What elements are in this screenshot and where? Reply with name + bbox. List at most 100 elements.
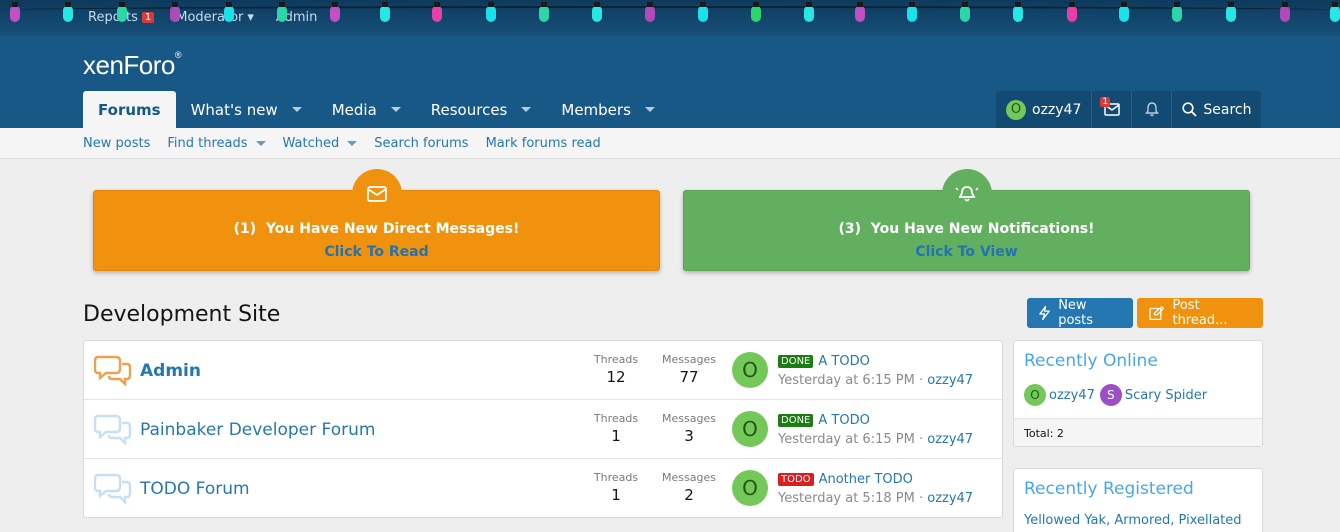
new-posts-button[interactable]: New posts xyxy=(1027,298,1133,328)
avatar[interactable]: O xyxy=(732,352,768,388)
latest-thread-title: Another TODO xyxy=(818,472,913,487)
tab-media[interactable]: Media xyxy=(317,91,416,128)
light-bulb-icon xyxy=(170,2,180,22)
inbox-count-badge: 1 xyxy=(1100,97,1111,107)
messages-label: Messages xyxy=(662,471,716,484)
online-total: Total: 2 xyxy=(1014,418,1262,446)
reports-label: Reports xyxy=(88,10,138,25)
threads-label: Threads xyxy=(593,353,639,366)
latest-user[interactable]: ozzy47 xyxy=(927,432,973,447)
messages-label: Messages xyxy=(662,412,716,425)
subnav-find-threads[interactable]: Find threads xyxy=(167,136,266,151)
alerts-button[interactable] xyxy=(1131,91,1171,128)
subnav-watched[interactable]: Watched xyxy=(283,136,358,151)
forum-row: TODO Forum Threads 1 Messages 2 O TODO Anot… xyxy=(84,459,1002,517)
latest-meta: Yesterday at 6:15 PM · ozzy47 xyxy=(778,432,974,447)
tab-whats-new[interactable]: What's new xyxy=(176,91,317,128)
registered-users-list[interactable]: Yellowed Yak, Armored, Pixellated xyxy=(1024,513,1242,528)
envelope-icon xyxy=(366,186,387,202)
latest-thread-link[interactable]: TODO Another TODO xyxy=(778,472,913,487)
prefix-badge: DONE xyxy=(778,414,814,427)
tab-resources[interactable]: Resources xyxy=(416,91,547,128)
tab-forums[interactable]: Forums xyxy=(83,91,176,128)
latest-user[interactable]: ozzy47 xyxy=(927,491,973,506)
chevron-down-icon[interactable] xyxy=(291,107,302,112)
page-title: Development Site xyxy=(83,302,281,327)
forum-read-icon xyxy=(94,473,132,504)
online-user[interactable]: Oozzy47 xyxy=(1024,384,1095,406)
avatar[interactable]: O xyxy=(732,470,768,506)
forum-threads-stat: Threads 1 xyxy=(581,471,651,504)
chevron-down-icon[interactable] xyxy=(347,141,358,146)
avatar: S xyxy=(1099,384,1122,406)
inbox-button[interactable]: 1 xyxy=(1091,91,1131,128)
recently-registered-block: Recently Registered Yellowed Yak, Armore… xyxy=(1013,468,1263,532)
chevron-down-icon[interactable] xyxy=(390,107,401,112)
avatar[interactable]: O xyxy=(732,411,768,447)
forum-row: Admin Threads 12 Messages 77 O DONE A TODO … xyxy=(84,341,1002,400)
post-thread-button[interactable]: Post thread... xyxy=(1137,298,1263,328)
notice-icon-circle xyxy=(941,169,992,219)
forum-unread-icon xyxy=(94,355,132,386)
forum-threads-stat: Threads 1 xyxy=(581,412,651,445)
site-header: xenForo® Forums What's new Media Resourc… xyxy=(0,36,1340,128)
light-bulb-icon xyxy=(117,2,127,22)
forum-title[interactable]: Admin xyxy=(140,361,201,381)
latest-meta: Yesterday at 6:15 PM · ozzy47 xyxy=(778,373,974,388)
subnav-search-forums[interactable]: Search forums xyxy=(374,136,468,151)
search-button[interactable]: Search xyxy=(1171,91,1261,128)
light-bulb-icon xyxy=(224,2,234,22)
tab-members[interactable]: Members xyxy=(546,91,670,128)
logo-text: xenForo xyxy=(83,50,175,80)
subnav-new-posts[interactable]: New posts xyxy=(83,136,150,151)
username: ozzy47 xyxy=(1032,101,1082,118)
threads-count: 1 xyxy=(611,427,621,445)
moderator-menu[interactable]: Moderator ▾ xyxy=(176,10,254,25)
light-bulb-icon xyxy=(960,2,970,22)
light-bulb-icon xyxy=(10,2,20,22)
light-bulb-icon xyxy=(645,2,655,22)
recently-online-block: Recently Online Oozzy47 S Scary Spider To… xyxy=(1013,340,1263,447)
site-logo[interactable]: xenForo® xyxy=(83,50,182,81)
chevron-down-icon[interactable] xyxy=(255,141,266,146)
messages-notice: (1) You Have New Direct Messages! Click … xyxy=(93,169,660,271)
chevron-down-icon[interactable] xyxy=(644,107,655,112)
forum-title[interactable]: Painbaker Developer Forum xyxy=(140,420,375,440)
messages-notice-link[interactable]: Click To Read xyxy=(94,244,659,260)
subnav-find-threads-label: Find threads xyxy=(167,136,248,151)
latest-time: Yesterday at 6:15 PM xyxy=(778,432,915,447)
latest-thread-link[interactable]: DONE A TODO xyxy=(778,413,870,428)
latest-thread-link[interactable]: DONE A TODO xyxy=(778,354,870,369)
tab-members-label: Members xyxy=(561,100,631,119)
forum-title[interactable]: TODO Forum xyxy=(140,479,250,499)
latest-thread-title: A TODO xyxy=(818,413,870,428)
forum-list: Admin Threads 12 Messages 77 O DONE A TODO … xyxy=(83,340,1003,518)
notifications-notice-title: (3) You Have New Notifications! xyxy=(838,221,1095,237)
forum-row: Painbaker Developer Forum Threads 1 Messa… xyxy=(84,400,1002,459)
forum-messages-stat: Messages 3 xyxy=(654,412,724,445)
light-bulb-icon xyxy=(698,2,708,22)
latest-user[interactable]: ozzy47 xyxy=(927,373,973,388)
latest-time: Yesterday at 6:15 PM xyxy=(778,373,915,388)
online-user[interactable]: S Scary Spider xyxy=(1099,384,1208,406)
block-title[interactable]: Recently Registered xyxy=(1024,479,1194,499)
notifications-notice-link[interactable]: Click To View xyxy=(684,244,1249,260)
forum-messages-stat: Messages 2 xyxy=(654,471,724,504)
online-users-list: Oozzy47 S Scary Spider xyxy=(1024,384,1207,406)
light-bulb-icon xyxy=(1226,2,1236,22)
chevron-down-icon[interactable] xyxy=(521,107,532,112)
subnav-mark-read[interactable]: Mark forums read xyxy=(486,136,601,151)
light-bulb-icon xyxy=(1119,2,1129,22)
caret-down-icon: ▾ xyxy=(247,10,254,25)
account-menu[interactable]: O ozzy47 xyxy=(996,91,1091,128)
online-user-name: Scary Spider xyxy=(1124,387,1208,403)
latest-thread-title: A TODO xyxy=(818,354,870,369)
light-bulb-icon xyxy=(63,2,73,22)
light-bulb-icon xyxy=(486,2,496,22)
light-bulb-icon xyxy=(277,2,287,22)
block-title[interactable]: Recently Online xyxy=(1024,351,1158,371)
threads-label: Threads xyxy=(593,412,639,425)
forum-messages-stat: Messages 77 xyxy=(654,353,724,386)
light-bulb-icon xyxy=(432,2,442,22)
threads-count: 1 xyxy=(611,486,621,504)
